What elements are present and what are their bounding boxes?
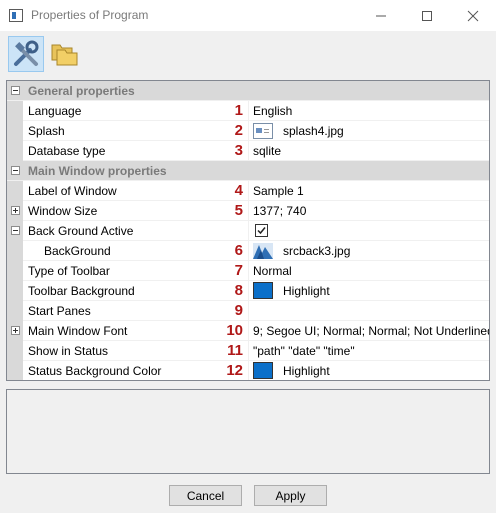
property-grid: General properties Language 1 English Sp… — [6, 80, 490, 381]
property-name: Type of Toolbar — [28, 264, 110, 278]
apply-button[interactable]: Apply — [254, 485, 327, 506]
property-value[interactable]: 1377; 740 — [253, 204, 306, 218]
property-name: Label of Window — [28, 184, 117, 198]
splash-thumbnail-icon — [253, 123, 273, 139]
number-label: 12 — [226, 362, 243, 379]
close-icon — [467, 10, 479, 21]
number-label: 10 — [226, 322, 243, 339]
property-row-splash[interactable]: Splash 2 splash4.jpg — [7, 121, 489, 141]
window-title: Properties of Program — [31, 8, 149, 22]
expand-icon[interactable] — [11, 326, 20, 335]
property-value[interactable]: srcback3.jpg — [283, 244, 350, 258]
property-value[interactable]: English — [253, 104, 292, 118]
maximize-button[interactable] — [404, 0, 450, 31]
property-row-window-size[interactable]: Window Size 5 1377; 740 — [7, 201, 489, 221]
number-label: 3 — [234, 142, 243, 159]
folders-tab-button[interactable] — [46, 36, 82, 72]
property-name: BackGround — [44, 244, 111, 258]
tools-icon — [14, 40, 39, 66]
property-row-language[interactable]: Language 1 English — [7, 101, 489, 121]
collapse-icon[interactable] — [11, 226, 20, 235]
app-window-icon — [9, 9, 23, 22]
property-name: Back Ground Active — [28, 224, 134, 238]
minimize-icon — [376, 15, 386, 16]
property-name: Splash — [28, 124, 65, 138]
description-pane — [6, 389, 490, 474]
number-label: 8 — [234, 282, 243, 299]
property-name: Start Panes — [28, 304, 91, 318]
property-row-type-of-toolbar[interactable]: Type of Toolbar 7 Normal — [7, 261, 489, 281]
number-label: 11 — [227, 342, 243, 359]
number-label: 5 — [234, 202, 243, 219]
maximize-icon — [422, 10, 432, 21]
cancel-button[interactable]: Cancel — [169, 485, 242, 506]
property-value[interactable]: Sample 1 — [253, 184, 304, 198]
property-name: Show in Status — [28, 344, 109, 358]
background-thumbnail-icon — [253, 243, 273, 259]
expand-icon[interactable] — [11, 206, 20, 215]
property-name: Main Window Font — [28, 324, 128, 338]
tools-tab-button[interactable] — [8, 36, 44, 72]
property-row-label-of-window[interactable]: Label of Window 4 Sample 1 — [7, 181, 489, 201]
category-general[interactable]: General properties — [7, 81, 489, 101]
property-row-background-active[interactable]: Back Ground Active — [7, 221, 489, 241]
property-row-start-panes[interactable]: Start Panes 9 — [7, 301, 489, 321]
property-value[interactable]: "path" "date" "time" — [253, 344, 355, 358]
category-label: Main Window properties — [28, 164, 167, 178]
number-label: 7 — [234, 262, 243, 279]
property-name: Language — [28, 104, 82, 118]
property-row-status-background-color[interactable]: Status Background Color 12 Highlight — [7, 361, 489, 380]
property-row-toolbar-background[interactable]: Toolbar Background 8 Highlight — [7, 281, 489, 301]
color-swatch — [253, 362, 273, 379]
background-active-checkbox[interactable] — [255, 224, 268, 237]
minimize-button[interactable] — [358, 0, 404, 31]
property-name: Status Background Color — [28, 364, 162, 378]
property-name: Database type — [28, 144, 106, 158]
title-bar: Properties of Program — [0, 0, 496, 31]
category-main-window[interactable]: Main Window properties — [7, 161, 489, 181]
number-label: 9 — [234, 302, 243, 319]
toolbar — [0, 31, 496, 75]
property-row-background[interactable]: BackGround 6 srcback3.jpg — [7, 241, 489, 261]
property-row-main-window-font[interactable]: Main Window Font 10 9; Segoe UI; Normal;… — [7, 321, 489, 341]
number-label: 1 — [234, 102, 243, 119]
property-name: Toolbar Background — [28, 284, 135, 298]
property-value[interactable]: Normal — [253, 264, 292, 278]
property-value[interactable]: Highlight — [283, 364, 330, 378]
number-label: 2 — [234, 122, 243, 139]
property-row-database-type[interactable]: Database type 3 sqlite — [7, 141, 489, 161]
property-value[interactable]: sqlite — [253, 144, 281, 158]
collapse-icon[interactable] — [11, 166, 20, 175]
folders-icon — [51, 44, 78, 66]
number-label: 4 — [234, 182, 243, 199]
property-value[interactable]: Highlight — [283, 284, 330, 298]
number-label: 6 — [234, 242, 243, 259]
close-button[interactable] — [450, 0, 496, 31]
color-swatch — [253, 282, 273, 299]
category-label: General properties — [28, 84, 135, 98]
property-value[interactable]: splash4.jpg — [283, 124, 344, 138]
property-value[interactable]: 9; Segoe UI; Normal; Normal; Not Underli… — [253, 324, 489, 338]
checkmark-icon — [257, 227, 266, 235]
collapse-icon[interactable] — [11, 86, 20, 95]
property-name: Window Size — [28, 204, 98, 218]
property-row-show-in-status[interactable]: Show in Status 11 "path" "date" "time" — [7, 341, 489, 361]
